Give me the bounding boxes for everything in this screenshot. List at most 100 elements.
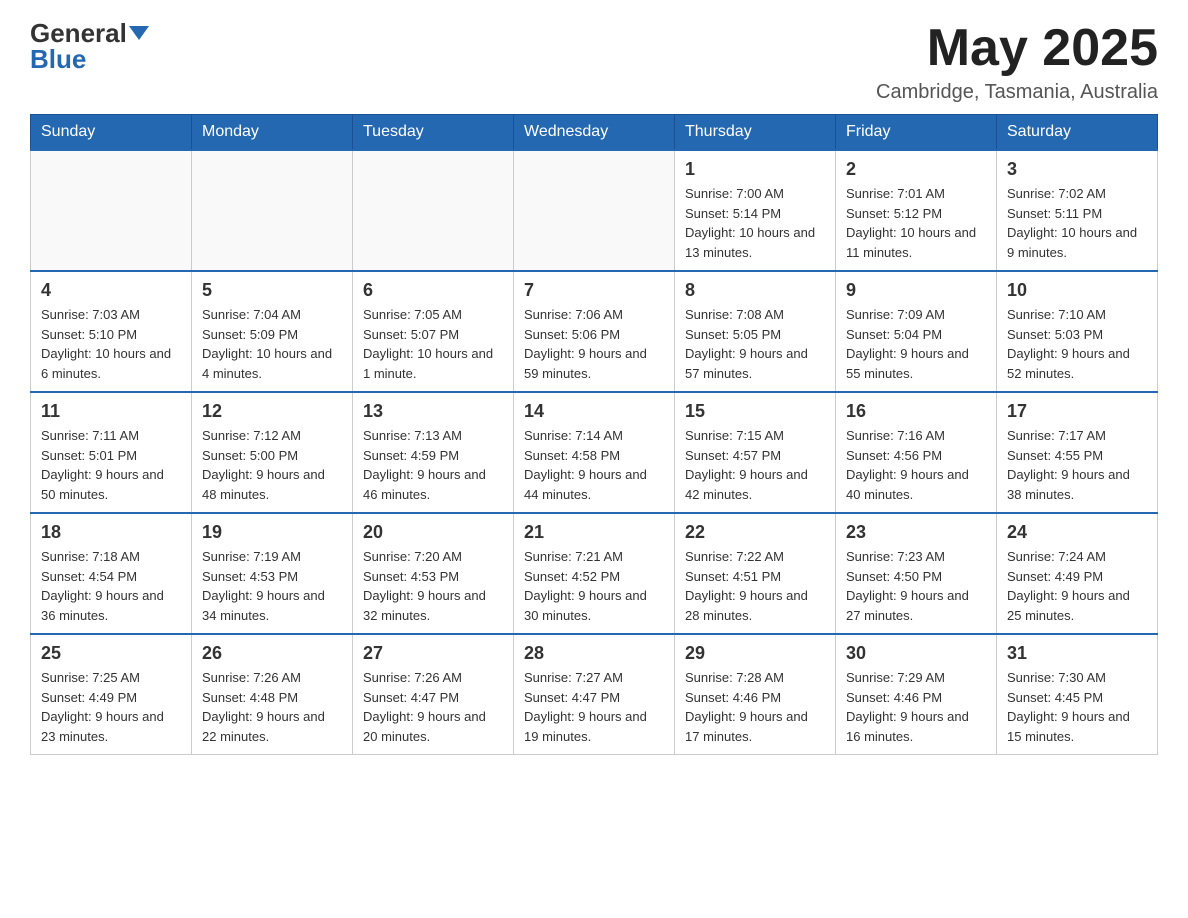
calendar-cell: 14Sunrise: 7:14 AM Sunset: 4:58 PM Dayli… xyxy=(514,392,675,513)
calendar-cell xyxy=(514,150,675,271)
day-number: 27 xyxy=(363,643,503,664)
calendar-cell: 28Sunrise: 7:27 AM Sunset: 4:47 PM Dayli… xyxy=(514,634,675,755)
day-info: Sunrise: 7:00 AM Sunset: 5:14 PM Dayligh… xyxy=(685,184,825,262)
header: General Blue May 2025 Cambridge, Tasmani… xyxy=(30,20,1158,104)
calendar-cell xyxy=(31,150,192,271)
calendar-cell: 26 Sunrise: 7:26 AM Sunset: 4:48 PM Dayli… xyxy=(192,634,353,755)
calendar-week-3: 11 Sunrise: 7:11 AM Sunset: 5:01 PM Dayli… xyxy=(31,392,1158,513)
calendar-week-1: 1 Sunrise: 7:00 AM Sunset: 5:14 PM Daylig… xyxy=(31,150,1158,271)
calendar-week-2: 4Sunrise: 7:03 AM Sunset: 5:10 PM Daylig… xyxy=(31,271,1158,392)
day-number: 10 xyxy=(1007,280,1147,301)
day-info: Sunrise: 7:23 AM Sunset: 4:50 PM Dayligh… xyxy=(846,547,986,625)
day-number: 19 xyxy=(202,522,342,543)
calendar-cell: 16 Sunrise: 7:16 AM Sunset: 4:56 PM Dayli… xyxy=(836,392,997,513)
calendar-cell: 17Sunrise: 7:17 AM Sunset: 4:55 PM Dayli… xyxy=(997,392,1158,513)
day-number: 26 xyxy=(202,643,342,664)
day-number: 11 xyxy=(41,401,181,422)
day-number: 18 xyxy=(41,522,181,543)
day-info: Sunrise: 7:05 AM Sunset: 5:07 PM Dayligh… xyxy=(363,305,503,383)
calendar-cell: 20 Sunrise: 7:20 AM Sunset: 4:53 PM Dayli… xyxy=(353,513,514,634)
day-number: 3 xyxy=(1007,159,1147,180)
calendar-cell: 11 Sunrise: 7:11 AM Sunset: 5:01 PM Dayli… xyxy=(31,392,192,513)
calendar-cell: 29 Sunrise: 7:28 AM Sunset: 4:46 PM Dayli… xyxy=(675,634,836,755)
calendar-cell: 8Sunrise: 7:08 AM Sunset: 5:05 PM Daylig… xyxy=(675,271,836,392)
day-info: Sunrise: 7:04 AM Sunset: 5:09 PM Dayligh… xyxy=(202,305,342,383)
day-number: 8 xyxy=(685,280,825,301)
calendar-header-wednesday: Wednesday xyxy=(514,115,675,151)
logo-general-text: General xyxy=(30,20,127,46)
calendar-cell: 22 Sunrise: 7:22 AM Sunset: 4:51 PM Dayli… xyxy=(675,513,836,634)
calendar-cell: 27 Sunrise: 7:26 AM Sunset: 4:47 PM Dayli… xyxy=(353,634,514,755)
day-number: 2 xyxy=(846,159,986,180)
calendar-cell: 30 Sunrise: 7:29 AM Sunset: 4:46 PM Dayli… xyxy=(836,634,997,755)
calendar-cell: 23 Sunrise: 7:23 AM Sunset: 4:50 PM Dayli… xyxy=(836,513,997,634)
logo-blue-text: Blue xyxy=(30,46,86,72)
calendar-cell: 21 Sunrise: 7:21 AM Sunset: 4:52 PM Dayli… xyxy=(514,513,675,634)
day-number: 21 xyxy=(524,522,664,543)
day-info: Sunrise: 7:11 AM Sunset: 5:01 PM Dayligh… xyxy=(41,426,181,504)
calendar-cell: 7 Sunrise: 7:06 AM Sunset: 5:06 PM Daylig… xyxy=(514,271,675,392)
calendar-header-saturday: Saturday xyxy=(997,115,1158,151)
day-number: 6 xyxy=(363,280,503,301)
calendar-cell: 15Sunrise: 7:15 AM Sunset: 4:57 PM Dayli… xyxy=(675,392,836,513)
day-number: 30 xyxy=(846,643,986,664)
page: General Blue May 2025 Cambridge, Tasmani… xyxy=(0,0,1188,775)
day-number: 29 xyxy=(685,643,825,664)
day-info: Sunrise: 7:14 AM Sunset: 4:58 PM Dayligh… xyxy=(524,426,664,504)
calendar-cell: 19Sunrise: 7:19 AM Sunset: 4:53 PM Dayli… xyxy=(192,513,353,634)
day-info: Sunrise: 7:03 AM Sunset: 5:10 PM Dayligh… xyxy=(41,305,181,383)
day-info: Sunrise: 7:06 AM Sunset: 5:06 PM Dayligh… xyxy=(524,305,664,383)
day-info: Sunrise: 7:09 AM Sunset: 5:04 PM Dayligh… xyxy=(846,305,986,383)
day-number: 22 xyxy=(685,522,825,543)
calendar-cell: 6 Sunrise: 7:05 AM Sunset: 5:07 PM Daylig… xyxy=(353,271,514,392)
day-number: 12 xyxy=(202,401,342,422)
day-number: 23 xyxy=(846,522,986,543)
calendar-header-monday: Monday xyxy=(192,115,353,151)
day-info: Sunrise: 7:26 AM Sunset: 4:47 PM Dayligh… xyxy=(363,668,503,746)
day-number: 16 xyxy=(846,401,986,422)
day-info: Sunrise: 7:15 AM Sunset: 4:57 PM Dayligh… xyxy=(685,426,825,504)
day-number: 7 xyxy=(524,280,664,301)
day-info: Sunrise: 7:21 AM Sunset: 4:52 PM Dayligh… xyxy=(524,547,664,625)
calendar-cell: 24Sunrise: 7:24 AM Sunset: 4:49 PM Dayli… xyxy=(997,513,1158,634)
day-info: Sunrise: 7:30 AM Sunset: 4:45 PM Dayligh… xyxy=(1007,668,1147,746)
day-info: Sunrise: 7:16 AM Sunset: 4:56 PM Dayligh… xyxy=(846,426,986,504)
day-info: Sunrise: 7:25 AM Sunset: 4:49 PM Dayligh… xyxy=(41,668,181,746)
location: Cambridge, Tasmania, Australia xyxy=(876,81,1158,104)
calendar-cell: 13 Sunrise: 7:13 AM Sunset: 4:59 PM Dayli… xyxy=(353,392,514,513)
calendar-header-thursday: Thursday xyxy=(675,115,836,151)
calendar-header-friday: Friday xyxy=(836,115,997,151)
calendar-cell: 25 Sunrise: 7:25 AM Sunset: 4:49 PM Dayli… xyxy=(31,634,192,755)
day-info: Sunrise: 7:13 AM Sunset: 4:59 PM Dayligh… xyxy=(363,426,503,504)
calendar-cell: 18 Sunrise: 7:18 AM Sunset: 4:54 PM Dayli… xyxy=(31,513,192,634)
calendar-cell: 5Sunrise: 7:04 AM Sunset: 5:09 PM Daylig… xyxy=(192,271,353,392)
day-number: 20 xyxy=(363,522,503,543)
calendar-cell: 3Sunrise: 7:02 AM Sunset: 5:11 PM Daylig… xyxy=(997,150,1158,271)
day-number: 25 xyxy=(41,643,181,664)
calendar: SundayMondayTuesdayWednesdayThursdayFrid… xyxy=(30,114,1158,755)
calendar-cell: 31 Sunrise: 7:30 AM Sunset: 4:45 PM Dayli… xyxy=(997,634,1158,755)
day-info: Sunrise: 7:24 AM Sunset: 4:49 PM Dayligh… xyxy=(1007,547,1147,625)
day-number: 1 xyxy=(685,159,825,180)
month-title: May 2025 xyxy=(876,20,1158,77)
day-info: Sunrise: 7:18 AM Sunset: 4:54 PM Dayligh… xyxy=(41,547,181,625)
calendar-cell: 9 Sunrise: 7:09 AM Sunset: 5:04 PM Daylig… xyxy=(836,271,997,392)
day-info: Sunrise: 7:12 AM Sunset: 5:00 PM Dayligh… xyxy=(202,426,342,504)
calendar-header-row: SundayMondayTuesdayWednesdayThursdayFrid… xyxy=(31,115,1158,151)
day-number: 13 xyxy=(363,401,503,422)
calendar-cell: 2 Sunrise: 7:01 AM Sunset: 5:12 PM Daylig… xyxy=(836,150,997,271)
logo-triangle-icon xyxy=(129,26,149,40)
day-info: Sunrise: 7:20 AM Sunset: 4:53 PM Dayligh… xyxy=(363,547,503,625)
day-info: Sunrise: 7:28 AM Sunset: 4:46 PM Dayligh… xyxy=(685,668,825,746)
day-number: 9 xyxy=(846,280,986,301)
day-info: Sunrise: 7:29 AM Sunset: 4:46 PM Dayligh… xyxy=(846,668,986,746)
calendar-week-5: 25 Sunrise: 7:25 AM Sunset: 4:49 PM Dayli… xyxy=(31,634,1158,755)
calendar-header-tuesday: Tuesday xyxy=(353,115,514,151)
day-info: Sunrise: 7:22 AM Sunset: 4:51 PM Dayligh… xyxy=(685,547,825,625)
day-info: Sunrise: 7:26 AM Sunset: 4:48 PM Dayligh… xyxy=(202,668,342,746)
day-info: Sunrise: 7:17 AM Sunset: 4:55 PM Dayligh… xyxy=(1007,426,1147,504)
day-number: 31 xyxy=(1007,643,1147,664)
title-area: May 2025 Cambridge, Tasmania, Australia xyxy=(876,20,1158,104)
calendar-week-4: 18 Sunrise: 7:18 AM Sunset: 4:54 PM Dayli… xyxy=(31,513,1158,634)
day-info: Sunrise: 7:01 AM Sunset: 5:12 PM Dayligh… xyxy=(846,184,986,262)
